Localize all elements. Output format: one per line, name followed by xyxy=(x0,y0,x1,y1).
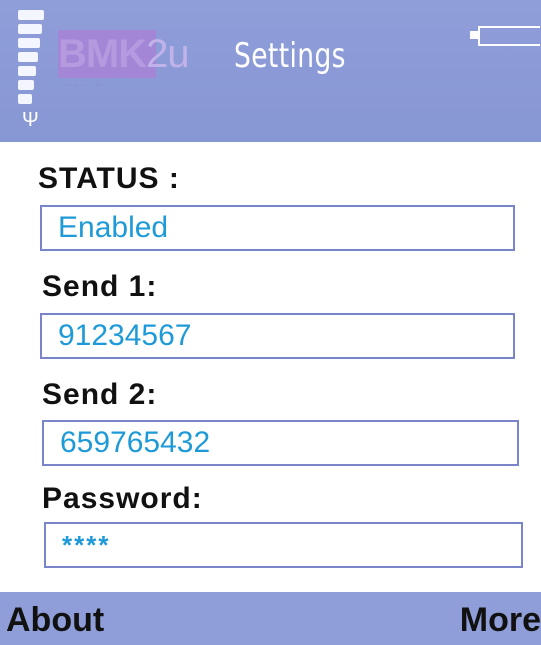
status-header: Ψ BMK2u ··· ·· ··· ·· · Settings xyxy=(0,0,541,142)
about-softkey[interactable]: About xyxy=(6,600,104,640)
screen-title: Settings xyxy=(234,36,346,76)
logo-text: BMK xyxy=(58,32,147,76)
password-field[interactable]: **** xyxy=(44,522,523,568)
battery-icon xyxy=(470,26,541,46)
more-softkey[interactable]: More xyxy=(460,600,541,640)
password-label: Password: xyxy=(42,482,203,515)
antenna-icon: Ψ xyxy=(22,109,39,131)
logo-suffix: 2u xyxy=(146,32,189,76)
send1-field[interactable]: 91234567 xyxy=(40,313,515,359)
app-logo: BMK2u ··· ·· ··· ·· · xyxy=(58,30,208,92)
status-label: STATUS : xyxy=(38,162,180,195)
send2-field[interactable]: 659765432 xyxy=(42,420,519,466)
softkey-bar: About More xyxy=(0,592,541,645)
send1-label: Send 1: xyxy=(42,270,158,303)
phone-screen: Ψ BMK2u ··· ·· ··· ·· · Settings STATUS … xyxy=(0,0,541,645)
send2-label: Send 2: xyxy=(42,378,158,411)
status-field[interactable]: Enabled xyxy=(40,205,515,251)
signal-strength-icon xyxy=(18,10,52,110)
logo-tagline-mark: ··· ·· ··· ·· · xyxy=(60,82,109,89)
